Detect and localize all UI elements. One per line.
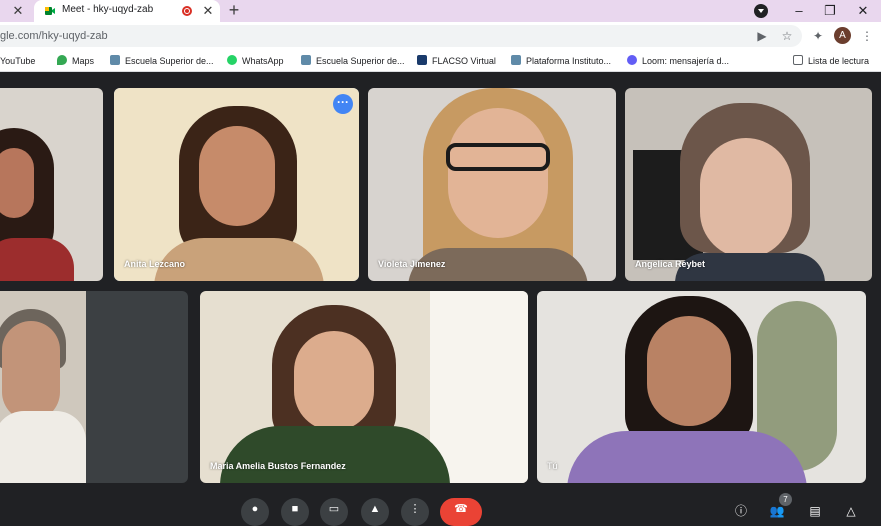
bookmarks-bar: YouTube Maps Escuela Superior de... What… bbox=[0, 50, 881, 72]
call-controls: ● ■ ▭ ▲ ⋮ ☎ ⓘ 👥 ▤ △ bbox=[0, 492, 881, 526]
star-icon[interactable]: ☆ bbox=[779, 28, 795, 44]
tab-strip: ✕ Meet - hky-uqyd-zab ✕ + – ❐ ✕ bbox=[0, 0, 881, 22]
participant-tile-angelica-reybet[interactable]: Angelica Reybet bbox=[625, 88, 872, 281]
bookmark-escuela-1[interactable]: Escuela Superior de... bbox=[110, 54, 214, 68]
captions-icon: ▭ bbox=[328, 503, 340, 515]
participant-name: Angelica Reybet bbox=[635, 259, 706, 269]
participant-tile-violeta-jimenez[interactable]: Violeta Jimenez bbox=[368, 88, 616, 281]
participant-tile[interactable] bbox=[0, 291, 188, 483]
activities-icon[interactable]: △ bbox=[842, 502, 860, 520]
escuela-icon bbox=[110, 55, 120, 65]
participant-tile-anita-lezcano[interactable]: ··· Anita Lezcano bbox=[114, 88, 359, 281]
bookmark-youtube[interactable]: YouTube bbox=[0, 54, 35, 68]
meet-icon bbox=[45, 7, 55, 15]
bookmark-maps[interactable]: Maps bbox=[57, 54, 94, 68]
participant-face bbox=[2, 321, 60, 421]
reading-list-icon bbox=[793, 55, 803, 65]
participant-shirt bbox=[0, 411, 86, 483]
present-icon: ▲ bbox=[369, 503, 381, 515]
participant-tile-maria-amelia-bustos-fernandez[interactable]: Maria Amelia Bustos Fernandez bbox=[200, 291, 528, 483]
more-options-icon[interactable]: ··· bbox=[333, 94, 353, 114]
reading-list-label: Lista de lectura bbox=[808, 56, 870, 66]
close-window-icon[interactable]: ✕ bbox=[854, 2, 872, 20]
more-vert-icon: ⋮ bbox=[409, 503, 421, 515]
participant-face bbox=[0, 148, 34, 218]
address-bar[interactable]: gle.com/hky-uqyd-zab ▶ ☆ bbox=[0, 25, 802, 47]
reading-list[interactable]: Lista de lectura bbox=[793, 54, 869, 68]
browser-toolbar: gle.com/hky-uqyd-zab ▶ ☆ ✦ A ⋮ bbox=[0, 22, 881, 50]
close-icon[interactable]: ✕ bbox=[200, 3, 216, 19]
participant-name: Tú bbox=[547, 461, 558, 471]
maximize-icon[interactable]: ❐ bbox=[821, 2, 839, 20]
bookmark-label: FLACSO Virtual bbox=[432, 56, 496, 66]
curtain-shape bbox=[430, 291, 528, 483]
bookmark-flacso[interactable]: FLACSO Virtual bbox=[417, 54, 496, 68]
whatsapp-icon bbox=[227, 55, 237, 65]
new-tab-button[interactable]: + bbox=[225, 1, 243, 19]
participant-shirt bbox=[567, 431, 807, 483]
tab-title: Meet - hky-uqyd-zab bbox=[62, 4, 154, 15]
participant-shirt bbox=[0, 238, 74, 281]
participant-tile-self[interactable]: Tú bbox=[537, 291, 866, 483]
plataforma-icon bbox=[511, 55, 521, 65]
camera-button[interactable]: ■ bbox=[281, 498, 309, 526]
bookmark-loom[interactable]: Loom: mensajería d... bbox=[627, 54, 729, 68]
captions-button[interactable]: ▭ bbox=[320, 498, 348, 526]
participant-face bbox=[294, 331, 374, 431]
bookmark-plataforma[interactable]: Plataforma Instituto... bbox=[511, 54, 611, 68]
participant-face bbox=[448, 108, 548, 238]
participant-tile[interactable] bbox=[0, 88, 103, 281]
phone-hangup-icon: ☎ bbox=[454, 503, 468, 515]
avatar[interactable]: A bbox=[834, 27, 851, 44]
escuela-icon bbox=[301, 55, 311, 65]
participant-name: Anita Lezcano bbox=[124, 259, 186, 269]
minimize-icon[interactable]: – bbox=[790, 2, 808, 20]
loom-icon bbox=[627, 55, 637, 65]
bookmark-label: Plataforma Instituto... bbox=[526, 56, 612, 66]
tab-search-icon[interactable] bbox=[754, 4, 768, 18]
flacso-icon bbox=[417, 55, 427, 65]
microphone-button[interactable]: ● bbox=[241, 498, 269, 526]
present-button[interactable]: ▲ bbox=[361, 498, 389, 526]
url-text: gle.com/hky-uqyd-zab bbox=[0, 30, 108, 42]
leave-call-button[interactable]: ☎ bbox=[440, 498, 482, 526]
extensions-icon[interactable]: ✦ bbox=[810, 28, 826, 44]
camera-icon[interactable]: ▶ bbox=[754, 28, 770, 44]
tab-meet[interactable]: Meet - hky-uqyd-zab ✕ bbox=[34, 0, 220, 22]
participant-shirt bbox=[220, 426, 450, 483]
video-camera-icon: ■ bbox=[291, 503, 299, 515]
close-icon[interactable]: ✕ bbox=[10, 3, 26, 19]
participant-name: Maria Amelia Bustos Fernandez bbox=[210, 461, 346, 471]
participant-name: Violeta Jimenez bbox=[378, 259, 446, 269]
microphone-icon: ● bbox=[251, 503, 259, 515]
participant-face bbox=[647, 316, 731, 426]
bookmark-label: YouTube bbox=[0, 56, 36, 66]
chat-icon[interactable]: ▤ bbox=[806, 502, 824, 520]
bookmark-label: Loom: mensajería d... bbox=[642, 56, 730, 66]
meeting-grid: ··· Anita Lezcano Violeta Jimenez Angeli… bbox=[0, 73, 881, 517]
bookmark-escuela-2[interactable]: Escuela Superior de... bbox=[301, 54, 405, 68]
participant-glasses bbox=[446, 143, 550, 171]
more-options-button[interactable]: ⋮ bbox=[401, 498, 429, 526]
recording-icon bbox=[182, 6, 192, 16]
bookmark-whatsapp[interactable]: WhatsApp bbox=[227, 54, 284, 68]
bookmark-label: WhatsApp bbox=[242, 56, 284, 66]
participant-face bbox=[199, 126, 275, 226]
menu-icon[interactable]: ⋮ bbox=[859, 28, 875, 44]
maps-icon bbox=[57, 55, 67, 65]
participant-face bbox=[700, 138, 792, 258]
bookmark-label: Maps bbox=[72, 56, 95, 66]
info-icon[interactable]: ⓘ bbox=[732, 502, 750, 520]
bookmark-label: Escuela Superior de... bbox=[316, 56, 405, 66]
participants-count-badge: 7 bbox=[779, 493, 792, 506]
bookmark-label: Escuela Superior de... bbox=[125, 56, 214, 66]
